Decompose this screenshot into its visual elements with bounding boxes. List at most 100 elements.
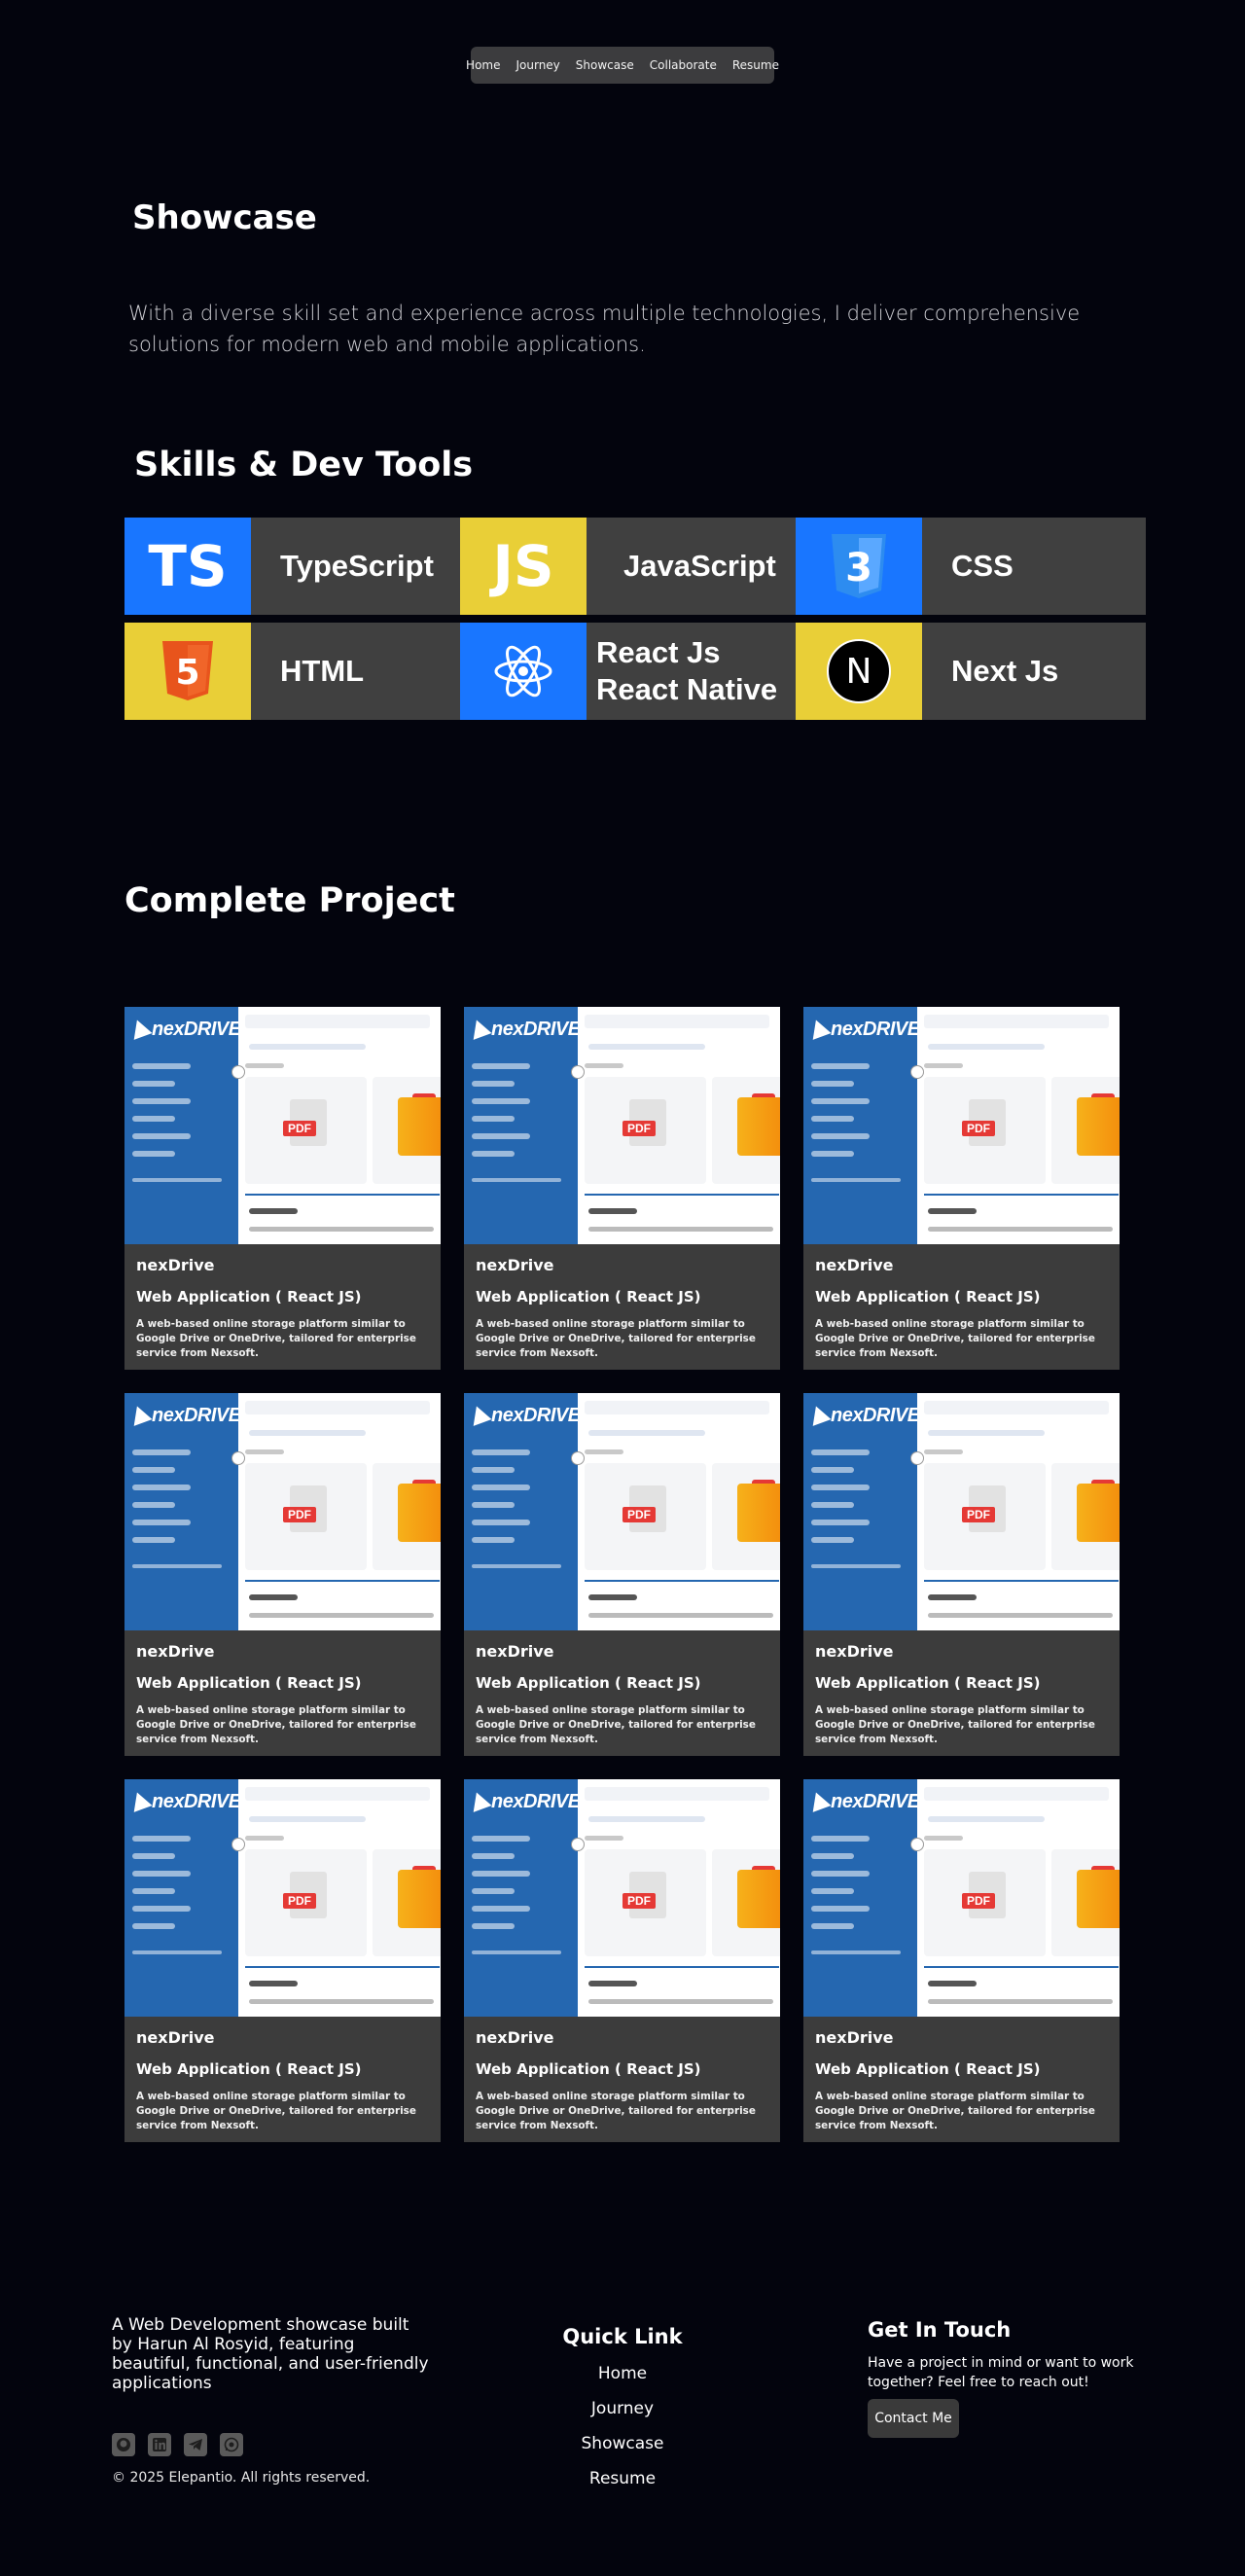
thumbnail-search (245, 1401, 430, 1414)
project-subtitle: Web Application ( React JS) (815, 1674, 1041, 1692)
thumbnail-logo-text: nexDRIVE (152, 1791, 241, 1812)
projects-grid: nexDRIVE PDF nexDrive Web Application ( … (124, 1007, 1120, 2142)
skill-name: TypeScript (280, 549, 434, 583)
thumbnail-logo: nexDRIVE (806, 1017, 920, 1041)
javascript-logo-text: JS (492, 533, 554, 599)
project-card[interactable]: nexDRIVE PDF nexDrive Web Application ( … (803, 1007, 1120, 1370)
thumbnail-table-header (588, 1613, 773, 1618)
project-subtitle: Web Application ( React JS) (815, 1288, 1041, 1306)
project-card-body: nexDrive Web Application ( React JS) A w… (464, 1244, 780, 1361)
project-description: A web-based online storage platform simi… (136, 2091, 416, 2131)
nexdrive-logo-icon (467, 1789, 492, 1812)
telegram-icon[interactable] (184, 2433, 207, 2456)
thumbnail-subheading (924, 1449, 963, 1454)
thumbnail-storage-bar (472, 1178, 561, 1182)
project-card[interactable]: nexDRIVE PDF nexDrive Web Application ( … (464, 1007, 780, 1370)
footer-resume-link[interactable]: Resume (589, 2468, 656, 2489)
skill-card-javascript: JS JavaScript (460, 518, 796, 615)
thumbnail-menu (132, 1063, 230, 1168)
pdf-label: PDF (962, 1893, 995, 1909)
skills-heading: Skills & Dev Tools (134, 446, 474, 484)
project-card[interactable]: nexDRIVE PDF nexDrive Web Application ( … (464, 1779, 780, 2142)
nexdrive-logo-icon (127, 1789, 153, 1812)
project-name: nexDrive (476, 1642, 554, 1661)
whatsapp-icon[interactable] (220, 2433, 243, 2456)
thumbnail-logo-text: nexDRIVE (831, 1791, 920, 1812)
project-card[interactable]: nexDRIVE PDF nexDrive Web Application ( … (803, 1393, 1120, 1756)
quick-link-heading: Quick Link (562, 2325, 683, 2348)
footer-showcase-link[interactable]: Showcase (582, 2433, 664, 2454)
thumbnail-storage-bar (811, 1950, 901, 1954)
thumbnail-search (585, 1401, 769, 1414)
thumbnail-storage-bar (132, 1564, 222, 1568)
html-icon: 5 (124, 623, 251, 720)
thumbnail-logo-text: nexDRIVE (491, 1405, 581, 1426)
thumbnail-menu (811, 1836, 908, 1941)
project-card[interactable]: nexDRIVE PDF nexDrive Web Application ( … (803, 1779, 1120, 2142)
skill-name: React Js React Native (596, 635, 778, 706)
get-in-touch-text: Have a project in mind or want to work t… (868, 2355, 1134, 2390)
folder-icon (1077, 1870, 1120, 1928)
thumbnail-storage-bar (132, 1950, 222, 1954)
project-name: nexDrive (136, 2028, 215, 2047)
project-subtitle: Web Application ( React JS) (136, 1674, 362, 1692)
pdf-label: PDF (962, 1507, 995, 1522)
github-icon[interactable] (112, 2433, 135, 2456)
thumbnail-table-header (249, 1999, 434, 2004)
project-subtitle: Web Application ( React JS) (476, 1674, 701, 1692)
skill-name: JavaScript (623, 549, 776, 583)
thumbnail-divider (924, 1194, 1119, 1196)
project-thumbnail: nexDRIVE PDF (124, 1779, 441, 2017)
page-title: Showcase (132, 198, 317, 237)
thumbnail-section-title (249, 1208, 298, 1214)
thumbnail-logo-text: nexDRIVE (152, 1405, 241, 1426)
project-thumbnail: nexDRIVE PDF (464, 1779, 780, 2017)
nextjs-badge: N (827, 639, 891, 703)
project-card-body: nexDrive Web Application ( React JS) A w… (124, 2017, 441, 2133)
nav-collaborate-link[interactable]: Collaborate (650, 58, 717, 72)
project-card[interactable]: nexDRIVE PDF nexDrive Web Application ( … (464, 1393, 780, 1756)
nav-showcase-link[interactable]: Showcase (576, 58, 634, 72)
pdf-label: PDF (283, 1893, 316, 1909)
thumbnail-menu (472, 1449, 569, 1555)
thumbnail-subheading (585, 1836, 623, 1841)
footer-home-link[interactable]: Home (598, 2363, 647, 2384)
nexdrive-logo-icon (806, 1403, 832, 1426)
project-card[interactable]: nexDRIVE PDF nexDrive Web Application ( … (124, 1007, 441, 1370)
thumbnail-divider (585, 1966, 779, 1968)
project-subtitle: Web Application ( React JS) (815, 2060, 1041, 2078)
linkedin-icon[interactable] (148, 2433, 171, 2456)
thumbnail-divider (245, 1966, 440, 1968)
thumbnail-logo: nexDRIVE (806, 1789, 920, 1813)
thumbnail-actions (928, 1430, 1045, 1436)
folder-icon (737, 1097, 780, 1156)
typescript-logo-text: TS (148, 533, 228, 599)
react-icon (460, 623, 587, 720)
project-name: nexDrive (136, 1256, 215, 1274)
thumbnail-storage-bar (472, 1950, 561, 1954)
folder-icon (398, 1097, 441, 1156)
nexdrive-logo-icon (467, 1017, 492, 1040)
css-shield-icon: 3 (832, 534, 886, 598)
css-icon: 3 (796, 518, 922, 615)
project-card[interactable]: nexDRIVE PDF nexDrive Web Application ( … (124, 1779, 441, 2142)
footer-journey-link[interactable]: Journey (591, 2398, 654, 2419)
thumbnail-table-header (588, 1227, 773, 1232)
project-description: A web-based online storage platform simi… (476, 1318, 756, 1359)
thumbnail-section-title (588, 1208, 637, 1214)
project-card[interactable]: nexDRIVE PDF nexDrive Web Application ( … (124, 1393, 441, 1756)
thumbnail-logo: nexDRIVE (467, 1403, 581, 1427)
project-subtitle: Web Application ( React JS) (476, 2060, 701, 2078)
pdf-label: PDF (622, 1893, 656, 1909)
nav-home-link[interactable]: Home (466, 58, 500, 72)
project-thumbnail: nexDRIVE PDF (124, 1007, 441, 1244)
thumbnail-actions (249, 1430, 366, 1436)
nexdrive-logo-icon (806, 1789, 832, 1812)
chevron-left-icon (571, 1451, 585, 1465)
thumbnail-divider (924, 1580, 1119, 1582)
nav-journey-link[interactable]: Journey (516, 58, 559, 72)
folder-icon (737, 1484, 780, 1542)
contact-me-button[interactable]: Contact Me (868, 2399, 959, 2438)
nav-resume-link[interactable]: Resume (732, 58, 779, 72)
thumbnail-menu (132, 1836, 230, 1941)
